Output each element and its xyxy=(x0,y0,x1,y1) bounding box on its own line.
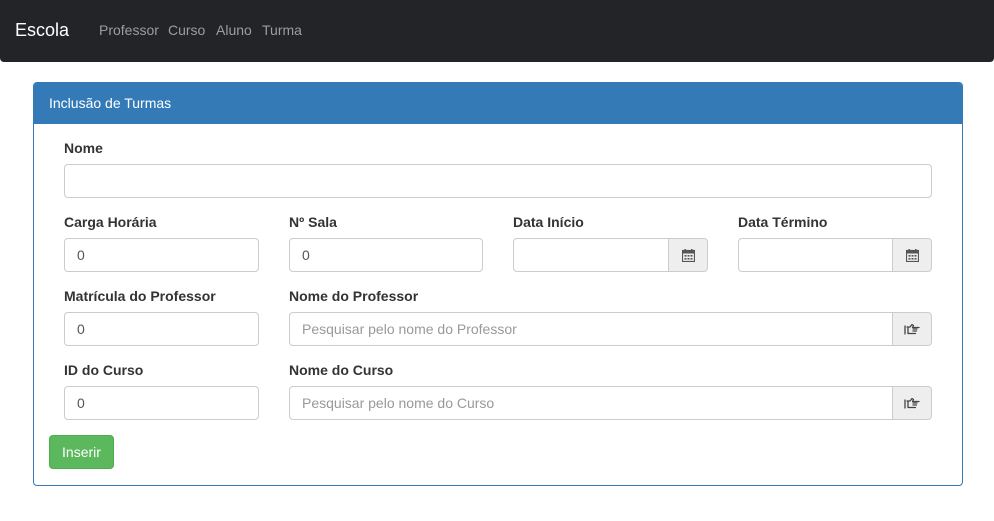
data-inicio-input[interactable] xyxy=(513,238,669,272)
nav-link-professor[interactable]: Professor xyxy=(99,21,159,39)
panel-title: Inclusão de Turmas xyxy=(49,95,172,111)
nav-link-turma[interactable]: Turma xyxy=(262,21,302,39)
nome-curso-search-input[interactable]: Pesquisar pelo nome do Curso xyxy=(289,386,893,420)
insert-button[interactable]: Inserir xyxy=(49,435,114,469)
carga-horaria-input[interactable]: 0 xyxy=(64,238,259,272)
id-curso-label: ID do Curso xyxy=(64,362,144,378)
nome-curso-label: Nome do Curso xyxy=(289,362,394,378)
id-curso-input[interactable]: 0 xyxy=(64,386,259,420)
data-inicio-calendar-button[interactable] xyxy=(668,238,708,272)
matricula-professor-label: Matrícula do Professor xyxy=(64,288,216,304)
turma-form-panel: Inclusão de Turmas xyxy=(33,82,963,486)
data-termino-input[interactable] xyxy=(738,238,893,272)
data-inicio-label: Data Início xyxy=(513,214,584,230)
sala-label: Nº Sala xyxy=(289,214,337,230)
data-termino-calendar-button[interactable] xyxy=(892,238,932,272)
nav-link-aluno[interactable]: Aluno xyxy=(216,21,252,39)
calendar-icon xyxy=(905,248,919,262)
hand-pointer-icon xyxy=(904,397,920,409)
nome-professor-search-input[interactable]: Pesquisar pelo nome do Professor xyxy=(289,312,893,346)
nome-input[interactable] xyxy=(64,164,932,198)
nome-professor-select-button[interactable] xyxy=(892,312,932,346)
hand-pointer-icon xyxy=(904,323,920,335)
nav-link-curso[interactable]: Curso xyxy=(168,21,205,39)
navbar: Escola Professor Curso Aluno Turma xyxy=(0,0,994,62)
nome-label: Nome xyxy=(64,140,103,156)
navbar-brand[interactable]: Escola xyxy=(15,19,69,41)
nome-curso-select-button[interactable] xyxy=(892,386,932,420)
carga-horaria-label: Carga Horária xyxy=(64,214,157,230)
panel-heading: Inclusão de Turmas xyxy=(34,83,962,124)
nome-professor-label: Nome do Professor xyxy=(289,288,419,304)
sala-input[interactable]: 0 xyxy=(289,238,483,272)
data-termino-label: Data Término xyxy=(738,214,828,230)
calendar-icon xyxy=(681,248,695,262)
matricula-professor-input[interactable]: 0 xyxy=(64,312,259,346)
